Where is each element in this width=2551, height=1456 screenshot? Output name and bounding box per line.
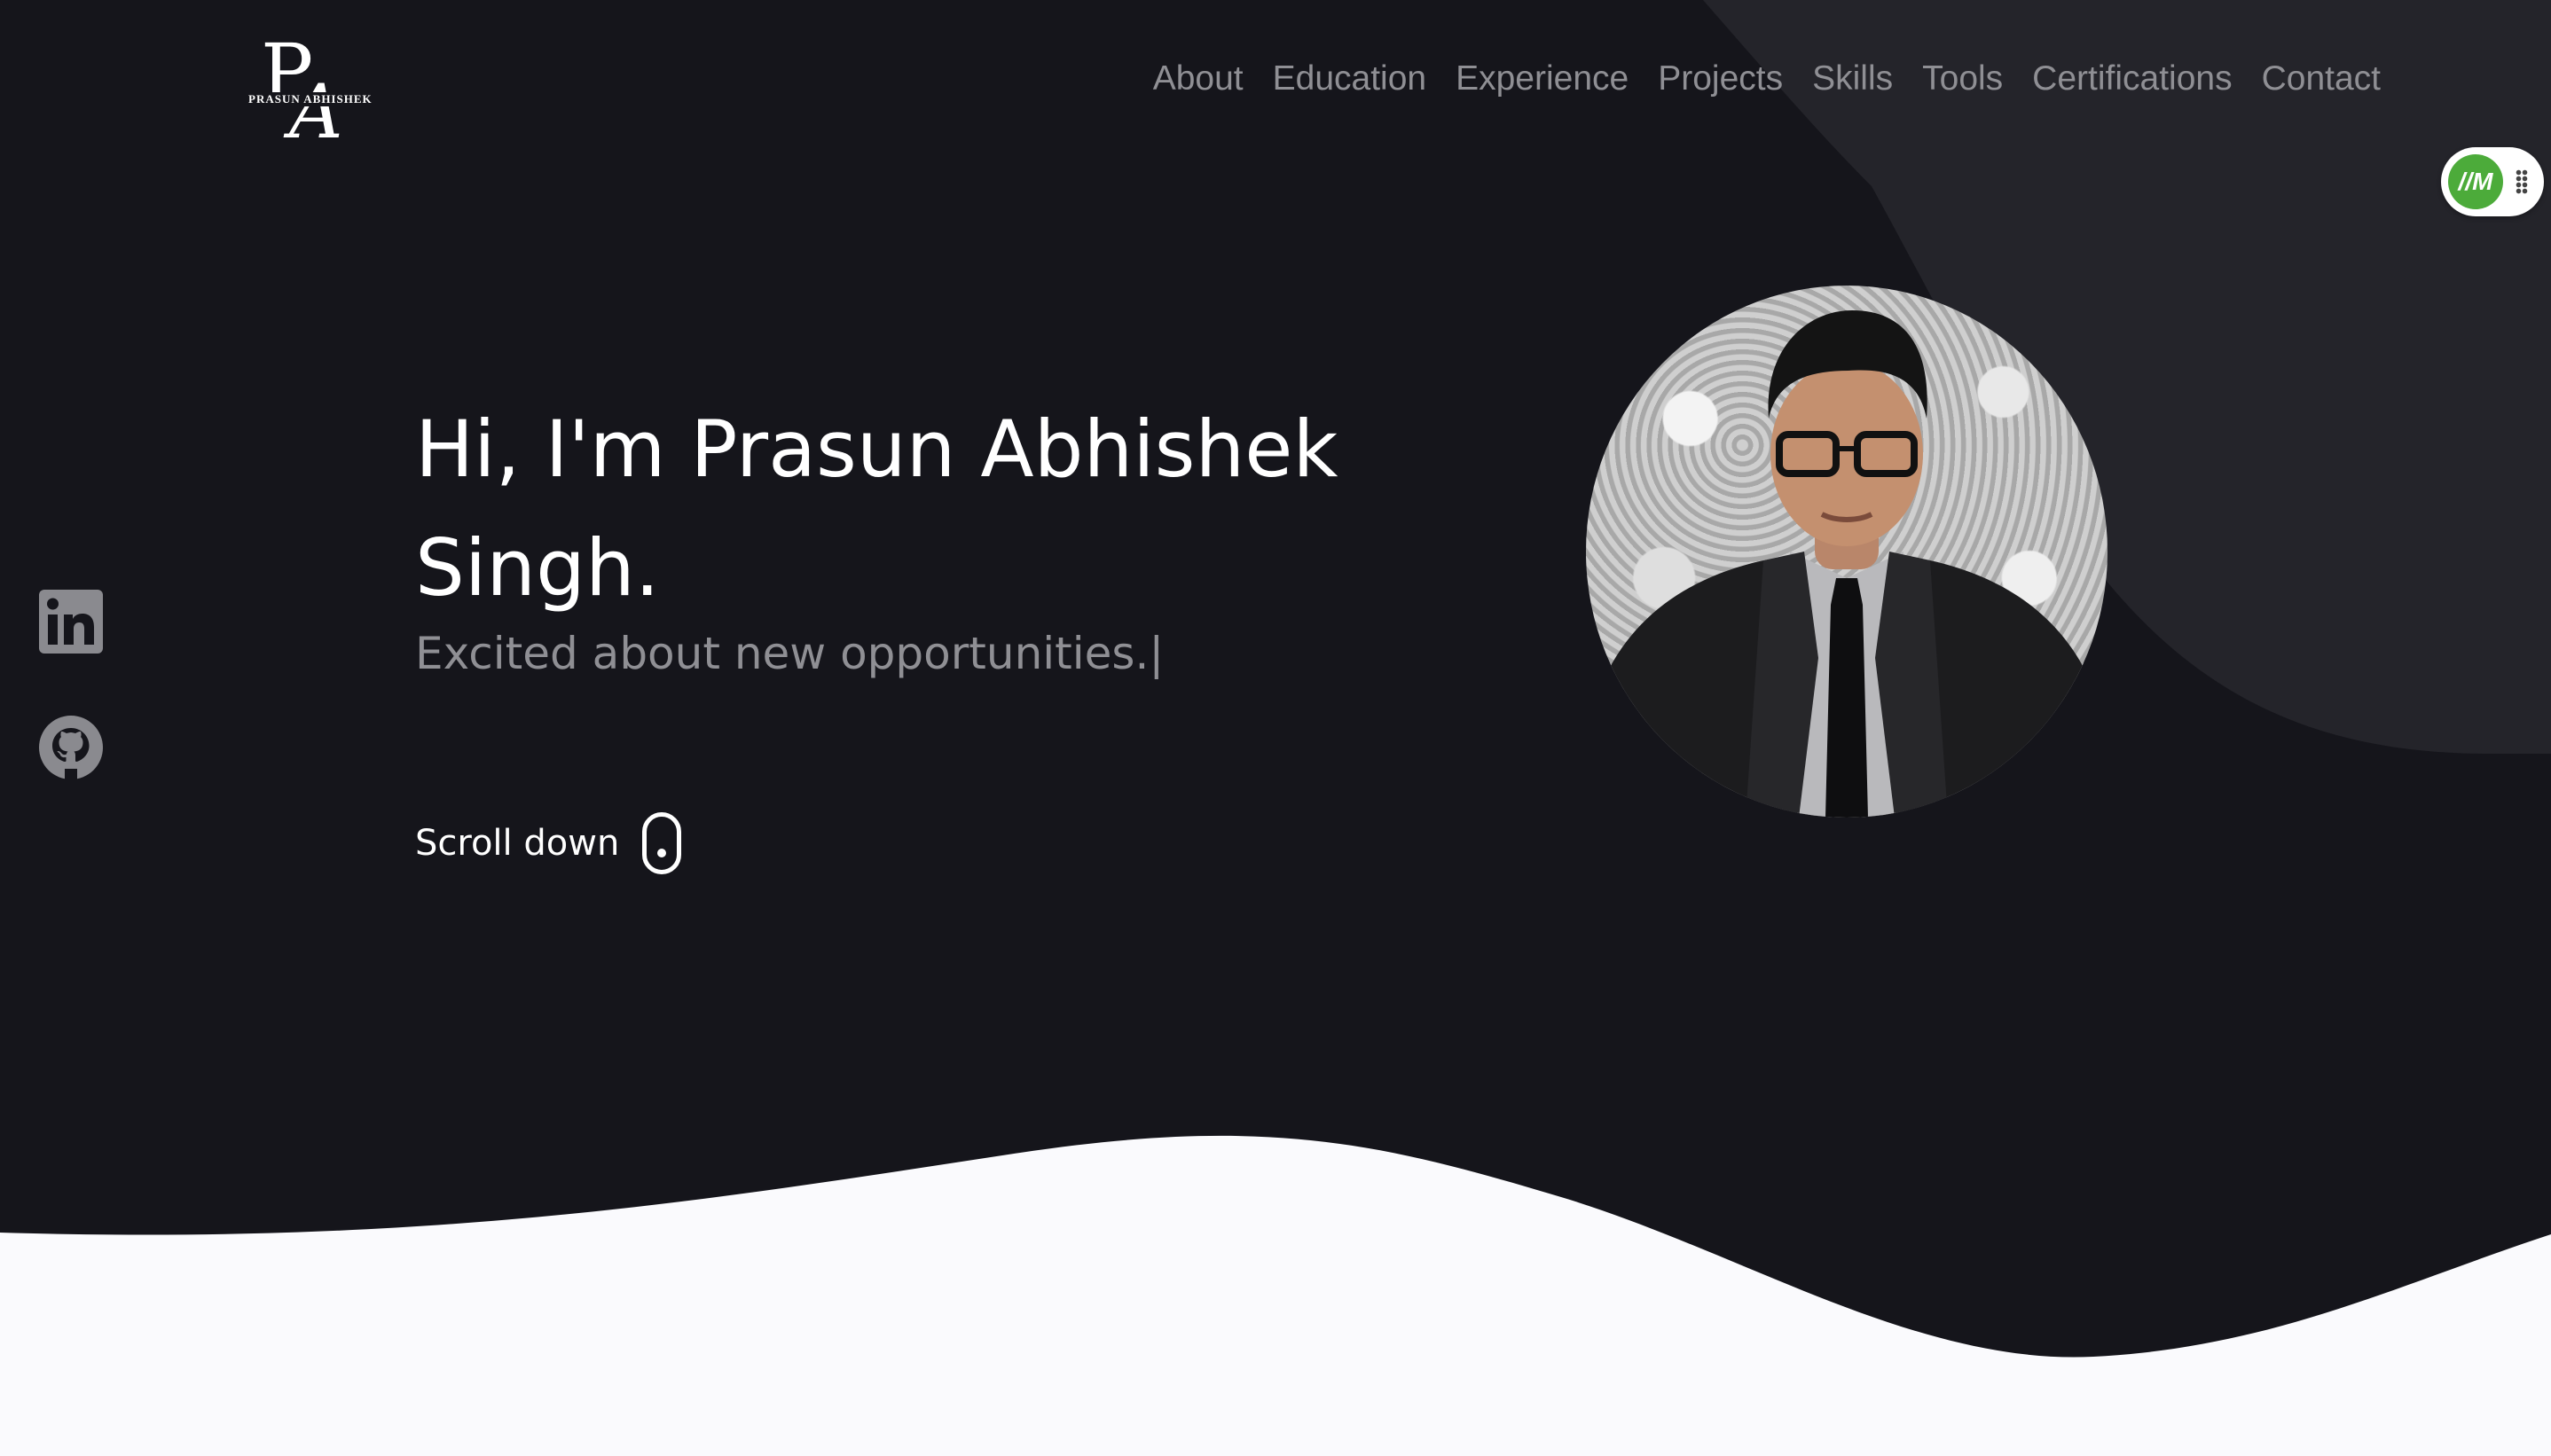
nav-tools[interactable]: Tools bbox=[1922, 59, 2003, 100]
nav-contact[interactable]: Contact bbox=[2262, 59, 2381, 100]
nav-projects[interactable]: Projects bbox=[1658, 59, 1783, 100]
drag-handle-icon[interactable] bbox=[2516, 169, 2528, 194]
logo-name: PRASUN ABHISHEK bbox=[248, 92, 373, 106]
scroll-down-button[interactable]: Scroll down bbox=[415, 812, 682, 874]
nav-experience[interactable]: Experience bbox=[1456, 59, 1629, 100]
person-illustration bbox=[1586, 310, 2108, 818]
hero-title: Hi, I'm Prasun Abhishek Singh. bbox=[415, 403, 1338, 614]
mouse-icon bbox=[642, 812, 682, 874]
extension-badge[interactable]: //М bbox=[2448, 154, 2503, 209]
scroll-down-label: Scroll down bbox=[415, 823, 620, 864]
nav-about[interactable]: About bbox=[1153, 59, 1244, 100]
github-icon[interactable] bbox=[37, 714, 105, 781]
background-shapes bbox=[0, 0, 2551, 1456]
nav-certifications[interactable]: Certifications bbox=[2032, 59, 2232, 100]
profile-photo bbox=[1586, 286, 2108, 818]
extension-widget[interactable]: //М bbox=[2441, 147, 2544, 216]
nav-skills[interactable]: Skills bbox=[1812, 59, 1893, 100]
linkedin-icon[interactable] bbox=[37, 588, 105, 655]
hero-subtitle: Excited about new opportunities.| bbox=[415, 628, 1165, 679]
site-logo[interactable]: P A PRASUN ABHISHEK bbox=[248, 34, 373, 155]
bottom-wave bbox=[0, 1135, 2551, 1456]
nav-education[interactable]: Education bbox=[1273, 59, 1426, 100]
main-nav: About Education Experience Projects Skil… bbox=[1153, 59, 2381, 100]
social-links bbox=[37, 588, 105, 840]
page: P A PRASUN ABHISHEK About Education Expe… bbox=[0, 0, 2551, 1456]
logo-monogram-a: A bbox=[289, 68, 343, 155]
